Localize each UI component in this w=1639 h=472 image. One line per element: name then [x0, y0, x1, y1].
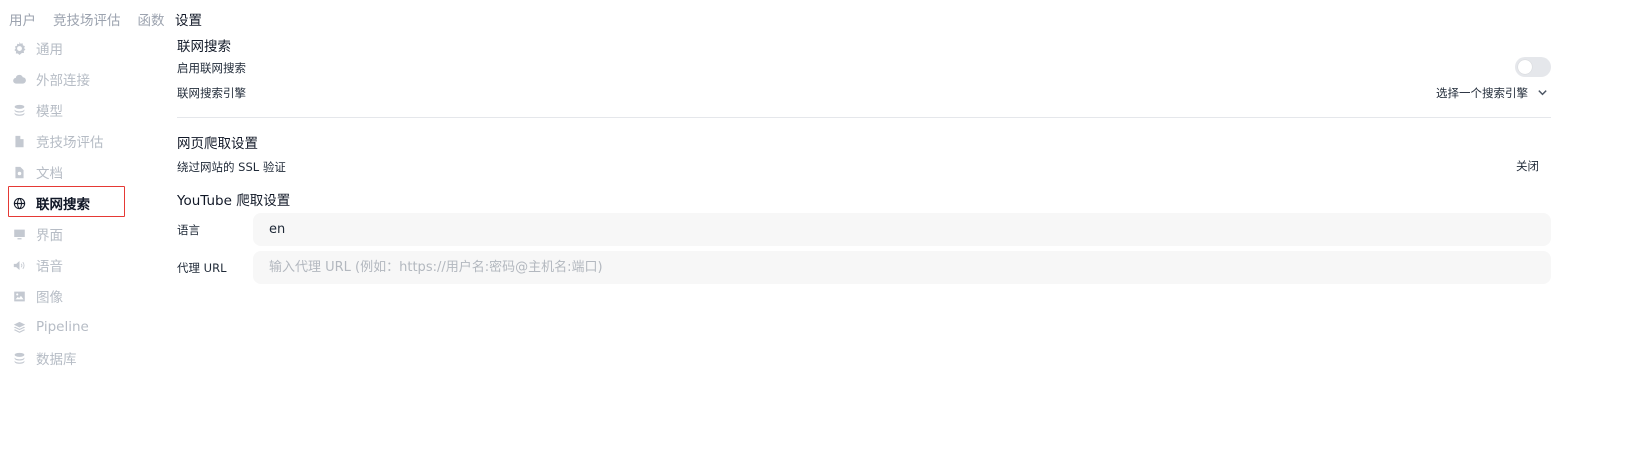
speaker-icon: [11, 257, 27, 273]
globe-icon: [11, 195, 27, 211]
sidebar-item-label: 界面: [36, 228, 63, 244]
enable-web-search-label: 启用联网搜索: [177, 61, 246, 75]
document-search-icon: [11, 164, 27, 180]
bypass-ssl-label: 绕过网站的 SSL 验证: [177, 160, 286, 174]
tab-arena-evaluation[interactable]: 竞技场评估: [53, 9, 121, 29]
sidebar-item-models[interactable]: 模型: [9, 95, 124, 125]
sidebar-item-label: 语音: [36, 259, 63, 275]
proxy-url-input[interactable]: [253, 251, 1551, 284]
layers-icon: [11, 319, 27, 335]
database-icon: [11, 350, 27, 366]
sidebar-item-label: 模型: [36, 104, 63, 120]
proxy-url-label: 代理 URL: [177, 261, 227, 275]
gear-icon: [11, 40, 27, 56]
sidebar-item-label: 数据库: [36, 352, 77, 368]
sidebar-item-label: 通用: [36, 42, 63, 58]
search-engine-select[interactable]: 选择一个搜索引擎: [1436, 84, 1549, 102]
youtube-section-title: YouTube 爬取设置: [177, 193, 291, 209]
bypass-ssl-toggle-button[interactable]: 关闭: [1516, 158, 1539, 174]
sidebar-item-label: 联网搜索: [36, 197, 90, 213]
sidebar-item-label: 外部连接: [36, 73, 90, 89]
sidebar-item-interface[interactable]: 界面: [9, 219, 124, 249]
search-engine-label: 联网搜索引擎: [177, 86, 246, 100]
sidebar-item-documents[interactable]: 文档: [9, 157, 124, 187]
search-engine-value: 选择一个搜索引擎: [1436, 86, 1528, 100]
sidebar-item-audio[interactable]: 语音: [9, 250, 124, 280]
sidebar-item-label: 竞技场评估: [36, 135, 104, 151]
page-title: 设置: [175, 13, 202, 29]
sidebar-item-external-connections[interactable]: 外部连接: [9, 64, 124, 94]
stack-icon: [11, 102, 27, 118]
enable-web-search-toggle[interactable]: [1515, 57, 1551, 77]
monitor-icon: [11, 226, 27, 242]
sidebar-item-label: Pipeline: [36, 319, 89, 335]
language-label: 语言: [177, 223, 200, 237]
sidebar-item-database[interactable]: 数据库: [9, 343, 124, 373]
sidebar-item-web-search[interactable]: 联网搜索: [8, 186, 125, 218]
sidebar-item-label: 图像: [36, 290, 63, 306]
tab-users[interactable]: 用户: [9, 9, 36, 29]
toggle-knob: [1518, 60, 1532, 74]
image-icon: [11, 288, 27, 304]
sidebar-item-label: 文档: [36, 166, 63, 182]
settings-sidebar: 通用 外部连接 模型 竞技场评估 文档 联网搜索 界面 语音 图像 Pipeli…: [8, 33, 169, 374]
section-divider: [177, 117, 1551, 118]
crawl-section-title: 网页爬取设置: [177, 136, 258, 152]
sidebar-item-general[interactable]: 通用: [9, 33, 124, 63]
cloud-icon: [11, 71, 27, 87]
sidebar-item-images[interactable]: 图像: [9, 281, 124, 311]
sidebar-item-pipelines[interactable]: Pipeline: [9, 312, 124, 342]
language-input[interactable]: [253, 213, 1551, 246]
web-search-section-title: 联网搜索: [177, 39, 231, 55]
document-icon: [11, 133, 27, 149]
chevron-down-icon: [1537, 87, 1549, 99]
sidebar-item-arena-evaluation[interactable]: 竞技场评估: [9, 126, 124, 156]
tab-functions[interactable]: 函数: [138, 9, 165, 29]
